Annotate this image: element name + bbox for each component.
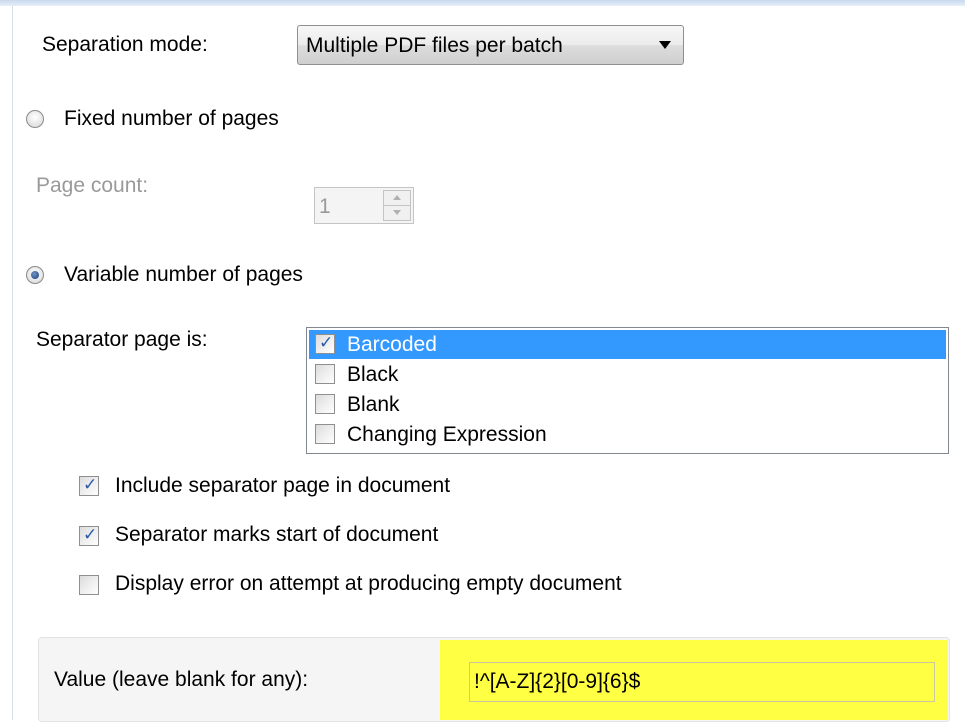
changing-expression-checkbox[interactable] [315,424,335,444]
separation-mode-label: Separation mode: [42,33,208,56]
value-field[interactable] [469,662,935,702]
spin-up-button[interactable] [384,191,410,206]
separator-item-black[interactable]: Black [309,360,946,389]
separator-item-label: Changing Expression [347,423,547,446]
radio-selected-dot [31,271,39,279]
window-top-border [0,0,965,6]
separator-marks-start-checkbox[interactable]: ✓ [79,525,99,546]
checkmark-icon: ✓ [83,475,98,495]
chevron-down-icon [659,41,671,49]
variable-pages-label[interactable]: Variable number of pages [64,263,303,287]
panel-left-border [12,6,13,720]
page-count-label: Page count: [36,174,149,197]
include-separator-label[interactable]: Include separator page in document [115,474,450,498]
fixed-pages-label[interactable]: Fixed number of pages [64,107,279,131]
value-label: Value (leave blank for any): [54,668,309,691]
page-count-spinner[interactable]: 1 [314,187,414,224]
separator-page-label: Separator page is: [36,328,208,351]
separator-item-barcoded[interactable]: ✓ Barcoded [309,330,946,359]
checkmark-icon: ✓ [83,525,98,545]
arrow-up-icon [393,195,401,200]
separation-mode-dropdown[interactable]: Multiple PDF files per batch [297,25,684,65]
separation-mode-value: Multiple PDF files per batch [306,34,563,57]
arrow-down-icon [393,210,401,215]
separator-item-changing-expression[interactable]: Changing Expression [309,420,946,449]
separator-item-blank[interactable]: Blank [309,390,946,419]
blank-checkbox[interactable] [315,394,335,414]
checkmark-icon: ✓ [319,333,334,353]
separator-marks-start-label[interactable]: Separator marks start of document [115,523,438,547]
display-error-checkbox[interactable] [79,575,99,595]
display-error-label[interactable]: Display error on attempt at producing em… [115,572,622,596]
separator-item-label: Barcoded [347,333,437,356]
separator-item-label: Blank [347,393,400,416]
separator-type-list[interactable]: ✓ Barcoded Black Blank Changing Expressi… [306,327,949,454]
variable-pages-radio[interactable] [26,266,44,284]
black-checkbox[interactable] [315,364,335,384]
separator-item-label: Black [347,363,399,386]
page-count-value: 1 [319,195,331,218]
barcoded-checkbox[interactable]: ✓ [315,333,335,354]
include-separator-checkbox[interactable]: ✓ [79,475,99,496]
page-count-spin-buttons[interactable] [383,190,411,221]
value-input[interactable] [474,669,924,695]
spin-down-button[interactable] [384,206,410,220]
fixed-pages-radio[interactable] [26,110,44,128]
